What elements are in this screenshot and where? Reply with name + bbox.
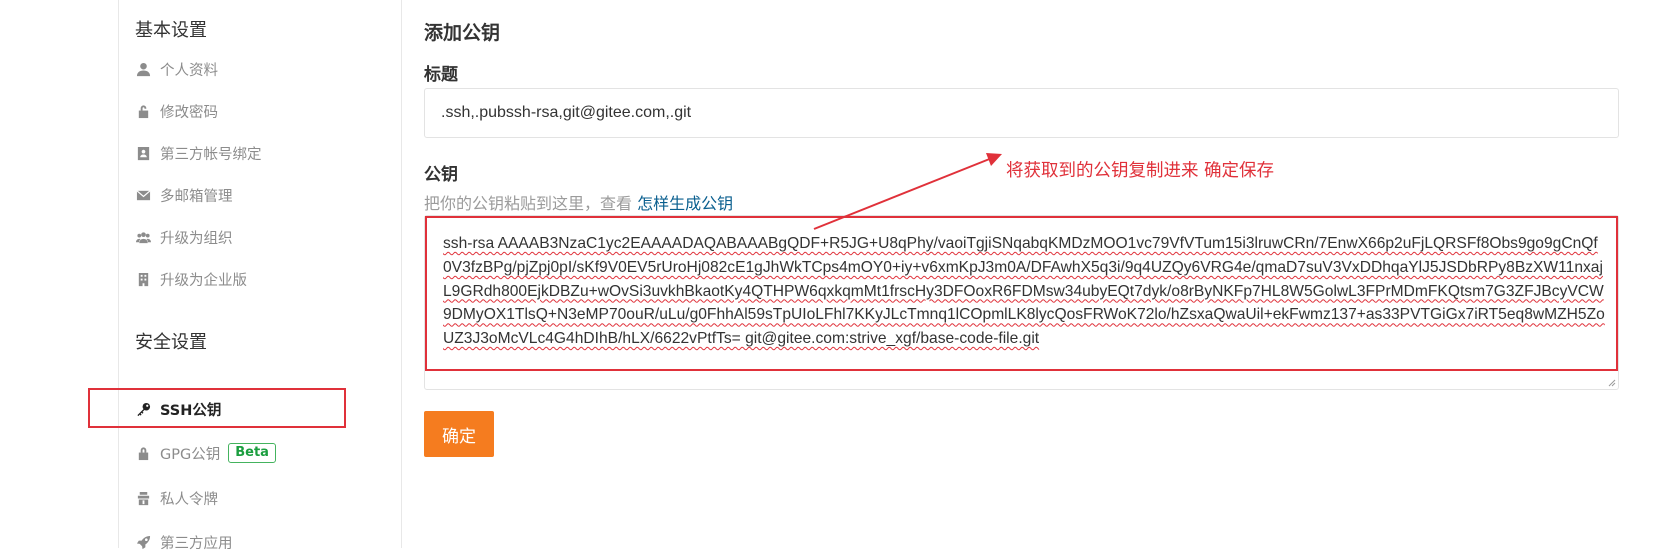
sidebar-item-change-password[interactable]: 修改密码 [135, 97, 218, 125]
confirm-button[interactable]: 确定 [424, 411, 494, 457]
sidebar-item-gpg-keys[interactable]: GPG公钥 Beta [135, 439, 276, 467]
public-key-textarea[interactable]: ssh-rsa AAAAB3NzaC1yc2EAAAADAQABAAABgQDF… [424, 215, 1619, 390]
sidebar-item-ssh-keys[interactable]: SSH公钥 [135, 395, 221, 423]
sidebar-item-profile[interactable]: 个人资料 [135, 55, 218, 83]
sidebar-item-third-party-apps[interactable]: 第三方应用 [135, 528, 233, 556]
token-icon [135, 490, 151, 506]
public-key-field-label: 公钥 [424, 165, 458, 185]
sidebar-item-upgrade-enterprise[interactable]: 升级为企业版 [135, 265, 247, 293]
title-input[interactable]: .ssh,.pubssh-rsa,git@gitee.com,.git [424, 88, 1619, 138]
sidebar-item-label: SSH公钥 [160, 402, 222, 419]
building-icon [135, 271, 151, 287]
sidebar-item-label: GPG公钥 [160, 446, 221, 463]
title-field-label: 标题 [424, 65, 458, 85]
contact-card-icon [135, 145, 151, 161]
how-to-generate-key-link[interactable]: 怎样生成公钥 [637, 194, 733, 213]
page-title: 添加公钥 [424, 22, 501, 44]
beta-badge: Beta [228, 443, 276, 463]
unlock-icon [135, 103, 151, 119]
basic-settings-heading: 基本设置 [135, 20, 207, 41]
resize-grip-icon[interactable] [1606, 377, 1616, 387]
hint-text: 把你的公钥粘贴到这里，查看 [424, 194, 638, 213]
sidebar-item-label: 个人资料 [160, 62, 218, 79]
sidebar-item-label: 第三方帐号绑定 [160, 146, 262, 163]
sidebar-item-label: 私人令牌 [160, 491, 218, 508]
settings-sidebar: 基本设置 个人资料 修改密码 第三方帐号绑定 多邮箱管理 升级为组织 升级为企业… [118, 0, 402, 552]
annotation-text: 将获取到的公钥复制进来 确定保存 [1006, 161, 1275, 181]
sidebar-item-email-management[interactable]: 多邮箱管理 [135, 181, 233, 209]
key-icon [135, 401, 151, 417]
sidebar-item-label: 升级为组织 [160, 230, 233, 247]
title-input-value: .ssh,.pubssh-rsa,git@gitee.com,.git [441, 104, 692, 121]
public-key-hint: 把你的公钥粘贴到这里，查看 怎样生成公钥 [424, 190, 733, 214]
users-icon [135, 229, 151, 245]
security-settings-heading: 安全设置 [135, 332, 207, 353]
envelope-icon [135, 187, 151, 203]
sidebar-item-private-tokens[interactable]: 私人令牌 [135, 484, 218, 512]
sidebar-item-label: 升级为企业版 [160, 272, 247, 289]
lock-icon [135, 445, 151, 461]
sidebar-item-third-party-binding[interactable]: 第三方帐号绑定 [135, 139, 262, 167]
public-key-value: ssh-rsa AAAAB3NzaC1yc2EAAAADAQABAAABgQDF… [443, 235, 1605, 348]
sidebar-item-label: 多邮箱管理 [160, 188, 233, 205]
user-icon [135, 61, 151, 77]
sidebar-item-label: 第三方应用 [160, 535, 233, 552]
sidebar-item-upgrade-organization[interactable]: 升级为组织 [135, 223, 233, 251]
sidebar-item-label: 修改密码 [160, 104, 218, 121]
